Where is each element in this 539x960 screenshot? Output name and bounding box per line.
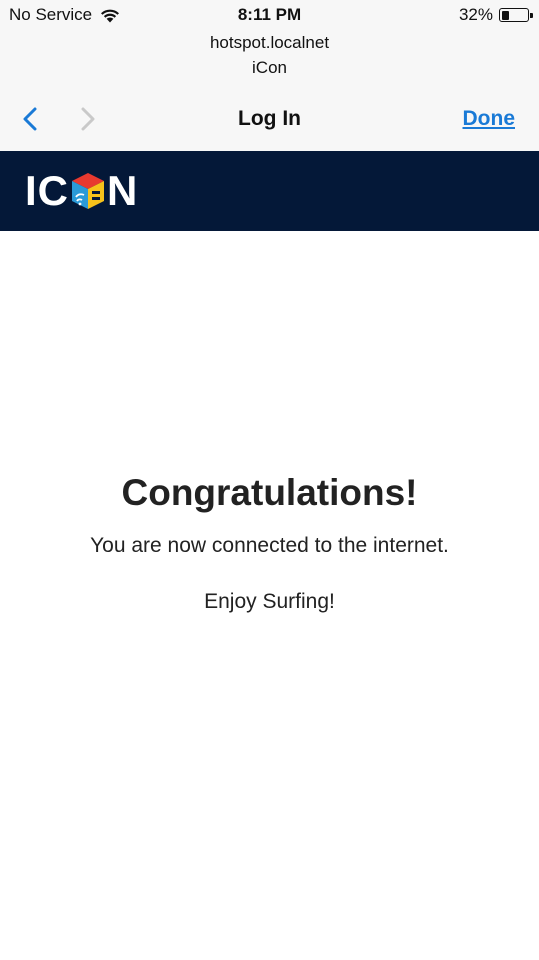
success-headline: Congratulations!: [121, 472, 418, 513]
done-button[interactable]: Done: [463, 107, 516, 131]
tagline: Enjoy Surfing!: [204, 590, 335, 613]
icon-logo: I C N: [25, 169, 138, 213]
site-name-label: iCon: [252, 58, 287, 77]
logo-letter-c: C: [37, 167, 70, 214]
status-bar: No Service 8:11 PM 32%: [0, 0, 539, 30]
browser-header: No Service 8:11 PM 32% hotspot.localnet …: [0, 0, 539, 151]
battery-fill: [501, 10, 510, 20]
url-label: hotspot.localnet: [209, 33, 330, 52]
page-title: Log In: [238, 107, 301, 130]
brand-banner: I C N: [0, 151, 539, 231]
nav-bar: Log In Done: [0, 95, 539, 145]
logo-letter-i: I: [25, 167, 38, 214]
status-right: 32%: [458, 5, 533, 25]
main-content: Congratulations! You are now connected t…: [0, 470, 539, 614]
battery-cap: [530, 12, 533, 18]
battery-percent: 32%: [458, 5, 493, 24]
battery-icon: [499, 8, 533, 22]
cube-logo-icon: [72, 173, 105, 209]
logo-letter-n: N: [107, 167, 139, 214]
connection-message: You are now connected to the internet.: [90, 534, 449, 557]
